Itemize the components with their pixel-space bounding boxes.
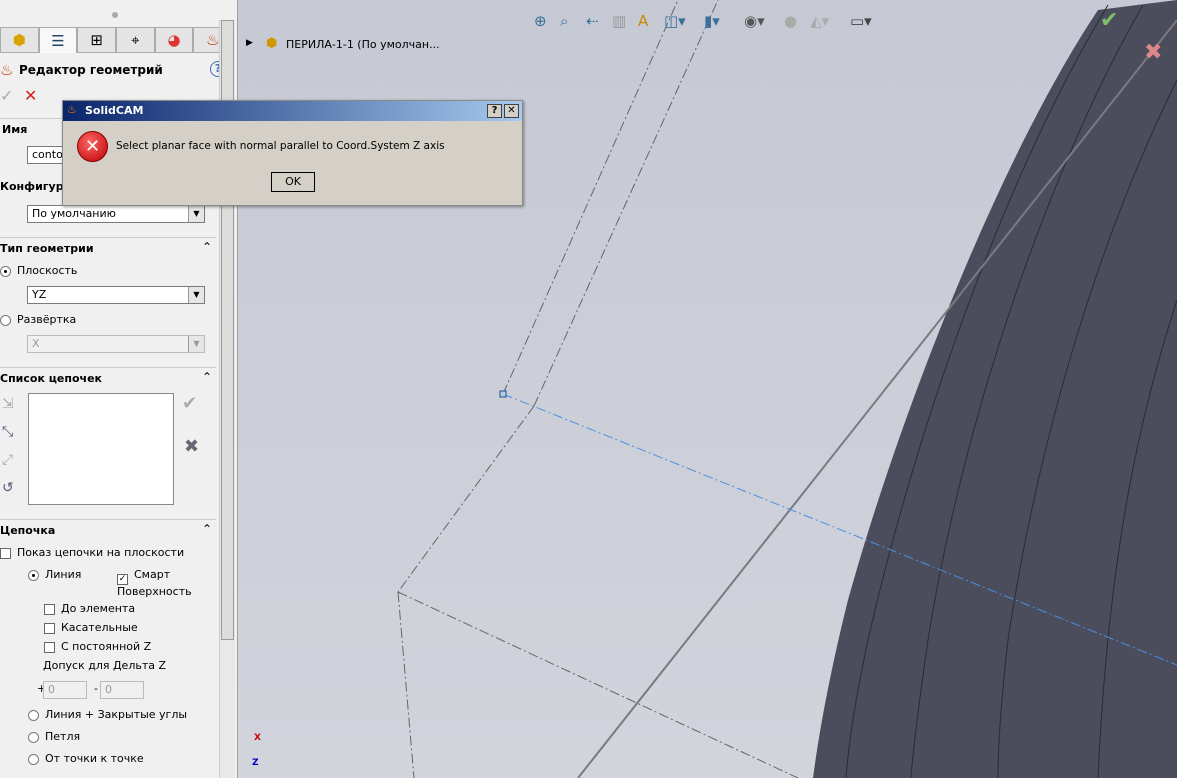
dynamic-annotation-icon[interactable]: A — [638, 12, 648, 30]
chain-section: Цепочка ⌃ — [0, 519, 216, 537]
scene-icon[interactable]: ◭▾ — [810, 12, 829, 30]
plane-radio[interactable]: Плоскость — [0, 264, 77, 277]
checkbox-label: До элемента — [61, 602, 136, 615]
const-z-checkbox[interactable]: С постоянной Z — [44, 640, 151, 653]
loop-radio[interactable]: Петля — [28, 730, 80, 743]
tire-body — [813, 0, 1177, 778]
tab-appearance[interactable]: ◕ — [154, 27, 194, 53]
tree-item-part[interactable]: ПЕРИЛА-1-1 (По умолчан... — [286, 38, 440, 51]
tree-icon: ⊞ — [90, 31, 103, 49]
tab-dimxpert[interactable]: ⌖ — [116, 27, 155, 53]
chain-list-section: Список цепочек ⌃ — [0, 367, 216, 385]
panel-title: Редактор геометрий — [19, 63, 163, 77]
plane-label: Плоскость — [17, 264, 78, 277]
dialog-titlebar[interactable]: ♨ SolidCAM ? ✕ — [63, 101, 522, 121]
list-icon: ☰ — [51, 31, 65, 50]
previous-view-icon[interactable]: ⇠ — [586, 12, 599, 30]
dialog-message: Select planar face with normal parallel … — [116, 140, 445, 152]
smart-surface-checkbox[interactable]: ✓ Смарт Поверхность — [117, 568, 203, 598]
plane-select[interactable]: YZ ▼ — [27, 286, 205, 304]
cancel-x-button[interactable]: ✕ — [24, 86, 37, 105]
config-select[interactable]: По умолчанию ▼ — [27, 205, 205, 223]
collapse-icon[interactable]: ⌃ — [202, 522, 212, 536]
accept-chain-icon[interactable]: ✔ — [182, 393, 197, 414]
unfold-select[interactable]: X ▼ — [27, 335, 205, 353]
plane-value: YZ — [32, 288, 47, 301]
delete-chain-icon[interactable]: ✖ — [184, 436, 199, 457]
triad-x: X — [254, 733, 261, 743]
to-element-checkbox[interactable]: До элемента — [44, 602, 135, 615]
line-closed-radio[interactable]: Линия + Закрытые углы — [28, 708, 187, 721]
collapse-icon[interactable]: ⌃ — [202, 240, 212, 254]
tab-configuration[interactable]: ⊞ — [77, 27, 117, 53]
show-on-plane-checkbox[interactable]: Показ цепочки на плоскости — [0, 546, 184, 559]
error-icon: ✕ — [77, 131, 108, 162]
appearance-icon: ◕ — [167, 31, 181, 49]
radio-label: Петля — [45, 730, 81, 743]
checkbox-label: Показ цепочки на плоскости — [17, 546, 185, 559]
config-value: По умолчанию — [32, 207, 116, 220]
section-view-icon[interactable]: ▥ — [612, 12, 626, 30]
chain-listbox[interactable] — [28, 393, 174, 505]
splitter-handle[interactable] — [112, 12, 118, 18]
radio-label: Линия — [45, 568, 82, 581]
section-title: Список цепочек — [0, 372, 103, 385]
tangent-checkbox[interactable]: Касательные — [44, 621, 138, 634]
dropdown-arrow-icon: ▼ — [188, 287, 204, 303]
part-icon: ⬢ — [12, 31, 26, 49]
section-title: Цепочка — [0, 524, 56, 537]
add-chain-icon[interactable]: ⇲ — [2, 396, 14, 412]
checkbox-label: Смарт Поверхность — [117, 568, 192, 598]
ok-button[interactable]: OK — [271, 172, 315, 192]
help-button[interactable]: ? — [487, 104, 502, 118]
minus-label: - — [94, 682, 98, 695]
tab-property-manager[interactable]: ☰ — [38, 27, 78, 53]
view-orientation-icon[interactable]: ◫▾ — [664, 12, 686, 30]
dropdown-arrow-icon: ▼ — [188, 206, 204, 222]
dropdown-arrow-icon: ▼ — [188, 336, 204, 352]
name-input[interactable]: conto — [27, 146, 67, 164]
section-title: Тип геометрии — [0, 242, 94, 255]
point-to-point-radio[interactable]: От точки к точке — [28, 752, 144, 765]
delta-z-label: Допуск для Дельта Z — [43, 659, 167, 672]
solidcam-icon: ♨ — [205, 31, 220, 49]
auto-chain-icon[interactable]: ⤡ — [2, 424, 13, 440]
display-style-icon[interactable]: ▮▾ — [704, 12, 720, 30]
unfold-value: X — [32, 337, 40, 350]
delta-plus-input[interactable]: 0 — [43, 681, 87, 699]
unfold-label: Развёртка — [17, 313, 77, 326]
solidcam-icon: ♨ — [67, 103, 77, 116]
ok-check-button[interactable]: ✓ — [0, 86, 13, 105]
delta-minus-input[interactable]: 0 — [100, 681, 144, 699]
unfold-radio[interactable]: Развёртка — [0, 313, 76, 326]
view-settings-icon[interactable]: ▭▾ — [850, 12, 872, 30]
part-icon: ⬢ — [266, 36, 278, 51]
checkbox-label: Касательные — [61, 621, 138, 634]
split-chain-icon[interactable]: ⤢ — [2, 452, 13, 468]
triad-z: Z — [252, 758, 259, 768]
radio-label: Линия + Закрытые углы — [45, 708, 188, 721]
appearance-icon[interactable]: ● — [784, 12, 797, 30]
undo-icon[interactable]: ↺ — [2, 480, 14, 496]
expand-arrow-icon[interactable]: ▶ — [246, 38, 253, 48]
radio-label: От точки к точке — [45, 752, 144, 765]
cancel-icon[interactable]: ✖ — [1144, 40, 1162, 65]
hide-show-icon[interactable]: ◉▾ — [744, 12, 765, 30]
checkbox-label: С постоянной Z — [61, 640, 152, 653]
crosshair-icon: ⌖ — [131, 31, 140, 49]
line-radio[interactable]: Линия — [28, 568, 81, 581]
panel-tabs: ⬢ ☰ ⊞ ⌖ ◕ ♨ — [0, 27, 233, 53]
zoom-to-fit-icon[interactable]: ⊕ — [534, 12, 547, 30]
collapse-icon[interactable]: ⌃ — [202, 370, 212, 384]
dialog-title: SolidCAM — [85, 104, 144, 117]
confirm-icon[interactable]: ✔ — [1100, 8, 1118, 33]
zoom-area-icon[interactable]: ⌕ — [560, 12, 568, 30]
close-button[interactable]: ✕ — [504, 104, 519, 118]
solidcam-icon: ♨ — [0, 61, 14, 79]
tab-feature-manager[interactable]: ⬢ — [0, 27, 39, 53]
error-dialog: ♨ SolidCAM ? ✕ ✕ Select planar face with… — [62, 100, 523, 206]
geom-type-section: Тип геометрии ⌃ — [0, 237, 216, 255]
